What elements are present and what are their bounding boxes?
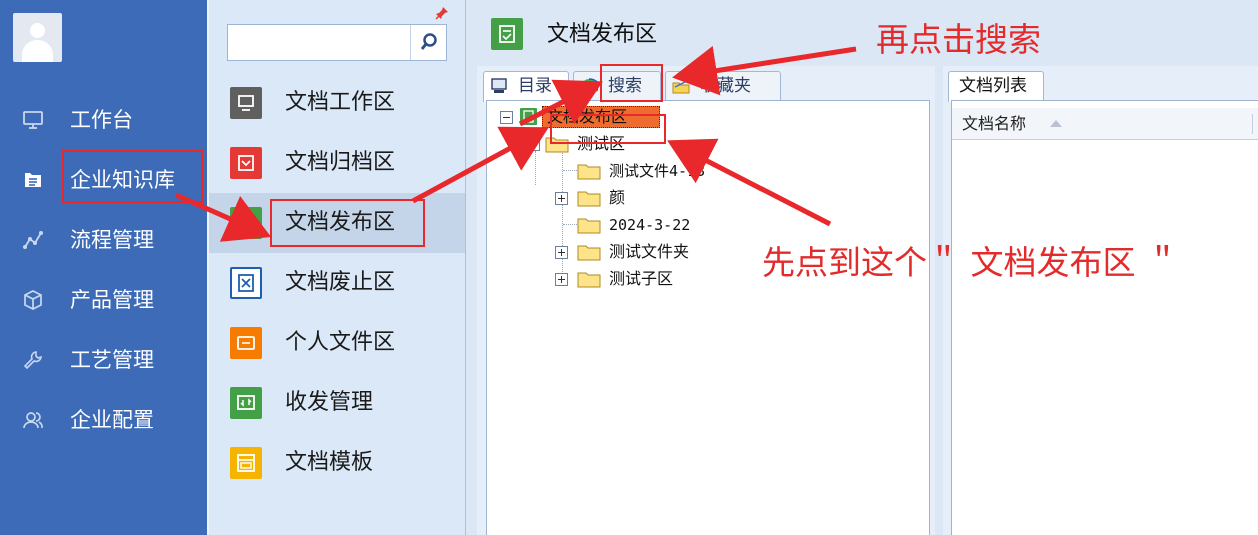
document-list: 文档名称 xyxy=(951,100,1258,535)
folder-icon xyxy=(545,137,569,153)
sidebar-item-label: 企业配置 xyxy=(70,408,154,432)
page-title: 文档发布区 xyxy=(547,22,658,47)
tree-node-label: 测试文件夹 xyxy=(609,242,690,261)
directory-icon xyxy=(491,78,507,93)
expand-icon[interactable] xyxy=(555,246,568,259)
publish-icon xyxy=(491,18,523,50)
publish-icon xyxy=(230,207,262,239)
subnav-item-workspace[interactable]: 文档工作区 xyxy=(209,73,465,133)
tab-directory[interactable]: 目录 xyxy=(483,71,569,102)
search-icon xyxy=(420,33,437,50)
subnav-item-label: 文档发布区 xyxy=(285,210,396,235)
tab-label: 目录 xyxy=(518,76,552,96)
folder-icon xyxy=(577,164,601,180)
tab-search[interactable]: 搜索 xyxy=(573,71,661,101)
subnav-item-template[interactable]: 文档模板 xyxy=(209,433,465,493)
directory-tree: 文档发布区 测试区 测试文件4-13 颜 2024-3-22 测试文件夹 测试子… xyxy=(486,100,930,535)
sidebar-item-process[interactable]: 工艺管理 xyxy=(0,330,207,390)
personal-file-icon xyxy=(230,327,262,359)
column-separator[interactable] xyxy=(1252,114,1253,134)
sidebar-item-workflow[interactable]: 流程管理 xyxy=(0,210,207,270)
template-icon xyxy=(230,447,262,479)
archive-icon xyxy=(230,147,262,179)
folder-icon xyxy=(577,272,601,288)
subnav-item-label: 收发管理 xyxy=(285,390,374,415)
avatar[interactable] xyxy=(13,13,62,62)
sort-ascending-icon[interactable] xyxy=(1050,120,1062,127)
subnav-item-label: 文档模板 xyxy=(285,450,374,475)
search-input[interactable] xyxy=(228,25,408,60)
sidebar-item-knowledge-base[interactable]: 企业知识库 xyxy=(0,150,207,210)
expand-icon[interactable] xyxy=(555,192,568,205)
collapse-icon[interactable] xyxy=(500,111,513,124)
sidebar-item-label: 产品管理 xyxy=(70,288,154,312)
tree-node-label: 文档发布区 xyxy=(547,107,628,126)
publish-icon xyxy=(520,108,537,125)
tree-connector xyxy=(535,151,536,185)
column-header-name[interactable]: 文档名称 xyxy=(962,108,1026,140)
expand-icon[interactable] xyxy=(555,273,568,286)
annotation-click-search: 再点击搜索 xyxy=(876,20,1041,59)
monitor-icon xyxy=(230,87,262,119)
tree-node-label: 测试区 xyxy=(577,134,626,153)
subnav-item-label: 文档废止区 xyxy=(285,270,396,295)
collapse-icon[interactable] xyxy=(527,138,540,151)
workflow-icon xyxy=(23,231,43,249)
subnav-item-personal[interactable]: 个人文件区 xyxy=(209,313,465,373)
sidebar-item-workbench[interactable]: 工作台 xyxy=(0,90,207,150)
sidebar-item-label: 工艺管理 xyxy=(70,348,154,372)
tree-node[interactable]: 测试文件夹 xyxy=(550,240,770,264)
tree-node-label: 颜 xyxy=(609,188,626,207)
search-button[interactable] xyxy=(410,25,446,60)
list-header[interactable]: 文档名称 xyxy=(952,108,1258,140)
tree-node-label: 测试子区 xyxy=(609,269,674,288)
search-globe-icon xyxy=(582,78,598,94)
tree-node[interactable]: 测试子区 xyxy=(550,267,770,291)
tree-node[interactable]: 颜 xyxy=(550,186,770,210)
subnav-item-void[interactable]: 文档废止区 xyxy=(209,253,465,313)
wrench-icon xyxy=(23,351,42,370)
subnav-item-label: 文档归档区 xyxy=(285,150,396,175)
tree-node[interactable]: 2024-3-22 xyxy=(577,213,777,237)
tree-panel: 目录 搜索 收藏夹 文档发布区 测试区 测试文件4-13 颜 2024-3-22… xyxy=(477,66,935,535)
avatar-head xyxy=(30,23,45,38)
sidebar-item-label: 流程管理 xyxy=(70,228,154,252)
sub-sidebar: 文档工作区 文档归档区 文档发布区 文档废止区 个人文件区 收发管理 文档模板 xyxy=(207,0,465,535)
folder-icon xyxy=(577,218,601,234)
tree-node-label: 2024-3-22 xyxy=(609,216,691,234)
main-sidebar: 工作台 企业知识库 流程管理 产品管理 工艺管理 企业配置 xyxy=(0,0,207,535)
tab-favorites[interactable]: 收藏夹 xyxy=(665,71,781,101)
folder-icon xyxy=(577,191,601,207)
subnav-item-archive[interactable]: 文档归档区 xyxy=(209,133,465,193)
book-icon xyxy=(25,173,41,187)
tree-node[interactable]: 测试文件4-13 xyxy=(577,159,777,183)
monitor-icon xyxy=(23,111,43,129)
search-box xyxy=(227,24,447,61)
subnav-item-label: 文档工作区 xyxy=(285,90,396,115)
send-receive-icon xyxy=(230,387,262,419)
tree-node-label: 测试文件4-13 xyxy=(609,162,706,180)
sidebar-item-product[interactable]: 产品管理 xyxy=(0,270,207,330)
subnav-item-send-receive[interactable]: 收发管理 xyxy=(209,373,465,433)
tree-node-root[interactable]: 文档发布区 xyxy=(496,105,696,129)
subnav-item-label: 个人文件区 xyxy=(285,330,396,355)
tab-label: 文档列表 xyxy=(959,76,1027,96)
void-icon xyxy=(230,267,262,299)
sidebar-item-config[interactable]: 企业配置 xyxy=(0,390,207,450)
folder-icon xyxy=(577,245,601,261)
favorites-icon xyxy=(672,80,690,94)
tab-label: 搜索 xyxy=(608,76,642,96)
pin-icon[interactable] xyxy=(435,6,449,20)
cube-icon xyxy=(24,290,42,310)
subnav-item-publish[interactable]: 文档发布区 xyxy=(209,193,465,253)
annotation-click-publish: 先点到这个＂ 文档发布区 ＂ xyxy=(762,243,1179,282)
tab-label: 收藏夹 xyxy=(700,76,751,96)
tree-node-test-area[interactable]: 测试区 xyxy=(523,132,723,156)
users-icon xyxy=(23,412,43,429)
sidebar-item-label: 企业知识库 xyxy=(70,168,175,192)
document-list-panel: 文档列表 文档名称 xyxy=(943,66,1258,535)
avatar-body xyxy=(22,40,53,62)
sidebar-item-label: 工作台 xyxy=(70,108,133,132)
tab-document-list[interactable]: 文档列表 xyxy=(948,71,1044,102)
